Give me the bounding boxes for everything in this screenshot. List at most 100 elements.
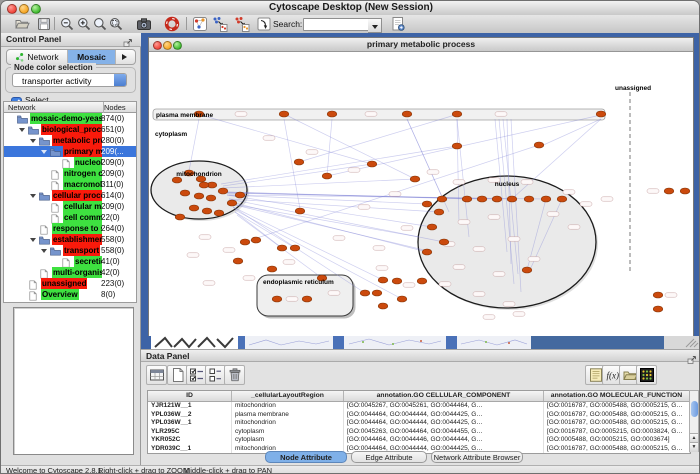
network-node[interactable] xyxy=(462,196,472,202)
expand-arrow-icon[interactable] xyxy=(19,128,25,135)
network-node[interactable] xyxy=(214,210,224,216)
network-node[interactable] xyxy=(477,196,487,202)
tree-row-establishment-of-lo[interactable]: establishment of lo558(0) xyxy=(4,234,136,245)
network-node[interactable] xyxy=(522,267,532,273)
unselect-attributes-icon[interactable] xyxy=(205,365,226,385)
network-node[interactable] xyxy=(233,258,243,264)
network-tree-header[interactable]: Network Nodes xyxy=(3,101,137,113)
tree-row-transport[interactable]: transport558(0) xyxy=(4,245,136,256)
network-node[interactable] xyxy=(180,190,190,196)
expand-arrow-icon[interactable] xyxy=(41,249,47,256)
tab-edge-attribute-browser[interactable]: Edge Attribute Browser xyxy=(351,451,427,463)
session-note-icon[interactable] xyxy=(389,16,407,32)
expand-arrow-icon[interactable] xyxy=(41,150,47,157)
network-node[interactable] xyxy=(534,142,544,148)
tree-row-cellular-metabo[interactable]: cellular metabo209(0) xyxy=(4,201,136,212)
layout-copy-red-icon[interactable] xyxy=(233,16,251,32)
network-node[interactable] xyxy=(218,188,228,194)
network-node[interactable] xyxy=(402,111,412,117)
network-node[interactable] xyxy=(267,266,277,272)
network-node[interactable] xyxy=(427,224,437,230)
network-node[interactable] xyxy=(360,290,370,296)
network-node[interactable] xyxy=(206,195,216,201)
app-titlebar[interactable]: Cytoscape Desktop (New Session) xyxy=(1,1,700,16)
scroll-down-icon[interactable]: ▼ xyxy=(690,442,698,452)
table-row[interactable]: YPL036W__2plasma membrane[GO:0044464, GO… xyxy=(148,411,690,420)
expand-arrow-icon[interactable] xyxy=(30,139,36,146)
network-canvas[interactable]: plasma membranecytoplasmmitochondrionnuc… xyxy=(149,52,693,336)
expand-arrow-icon[interactable] xyxy=(30,194,36,201)
tree-column-network[interactable]: Network xyxy=(4,102,104,113)
table-column-header[interactable]: ID xyxy=(148,391,232,401)
tree-row-macromolecule[interactable]: macromolecule311(0) xyxy=(4,179,136,190)
network-node[interactable] xyxy=(452,143,462,149)
delete-attribute-icon[interactable] xyxy=(224,365,245,385)
attribute-grid-icon[interactable] xyxy=(146,365,167,385)
network-node[interactable] xyxy=(272,296,282,302)
select-attributes-icon[interactable] xyxy=(186,365,207,385)
network-node[interactable] xyxy=(434,209,444,215)
tree-row-primary-metabo[interactable]: primary metabo209(... xyxy=(4,146,136,157)
vizmapper-icon[interactable] xyxy=(255,16,273,32)
network-node[interactable] xyxy=(194,193,204,199)
network-node[interactable] xyxy=(417,278,427,284)
table-row[interactable]: YLR295Ccytoplasm[GO:0045263, GO:0044464,… xyxy=(148,428,690,437)
network-node[interactable] xyxy=(653,292,663,298)
float-panel-icon[interactable] xyxy=(687,352,697,362)
network-node[interactable] xyxy=(322,173,332,179)
tree-row-secretion[interactable]: secretion41(0) xyxy=(4,256,136,267)
network-node[interactable] xyxy=(437,196,447,202)
network-node[interactable] xyxy=(277,245,287,251)
network-node[interactable] xyxy=(279,111,289,117)
tree-row-overview[interactable]: Overview8(0) xyxy=(4,289,136,300)
network-icon[interactable] xyxy=(191,16,209,32)
layout-copy-blue-icon[interactable] xyxy=(211,16,229,32)
network-node[interactable] xyxy=(664,188,674,194)
table-column-header[interactable]: annotation.GO CELLULAR_COMPONENT xyxy=(344,391,544,401)
tab-overflow-arrow-icon[interactable] xyxy=(116,50,135,64)
network-window-titlebar[interactable]: primary metabolic process xyxy=(149,38,693,52)
network-node[interactable] xyxy=(251,237,261,243)
tab-node-attribute-browser[interactable]: Node Attribute Browser xyxy=(265,451,347,463)
birds-eye-view[interactable] xyxy=(13,307,134,455)
table-column-header[interactable]: annotation.GO MOLECULAR_FUNCTION xyxy=(544,391,690,401)
network-node[interactable] xyxy=(422,201,432,207)
tree-row-biological-process[interactable]: biological_process651(0) xyxy=(4,124,136,135)
network-node[interactable] xyxy=(422,249,432,255)
network-node[interactable] xyxy=(653,306,663,312)
network-node[interactable] xyxy=(378,277,388,283)
search-input[interactable] xyxy=(303,18,371,31)
network-node[interactable] xyxy=(295,208,305,214)
table-row[interactable]: YJR121W__1mitochondrion[GO:0045267, GO:0… xyxy=(148,402,690,411)
network-node[interactable] xyxy=(596,111,606,117)
network-node[interactable] xyxy=(235,192,245,198)
tree-row-nitrogen-compo[interactable]: nitrogen compo209(0) xyxy=(4,168,136,179)
tree-row-cell-communicat[interactable]: cell communicat22(0) xyxy=(4,212,136,223)
network-node[interactable] xyxy=(302,296,312,302)
network-node[interactable] xyxy=(327,111,337,117)
network-node[interactable] xyxy=(557,196,567,202)
zoom-out-icon[interactable] xyxy=(58,16,76,32)
network-node[interactable] xyxy=(240,239,250,245)
expand-arrow-icon[interactable] xyxy=(30,238,36,245)
network-node[interactable] xyxy=(189,205,199,211)
node-color-dropdown[interactable]: transporter activity xyxy=(12,73,127,87)
open-icon[interactable] xyxy=(13,16,31,32)
attribute-matrix-icon[interactable] xyxy=(636,365,657,385)
tree-row-unassigned[interactable]: unassigned223(0) xyxy=(4,278,136,289)
network-node[interactable] xyxy=(290,245,300,251)
new-attribute-icon[interactable] xyxy=(167,365,188,385)
network-node[interactable] xyxy=(227,200,237,206)
network-node[interactable] xyxy=(202,208,212,214)
network-node[interactable] xyxy=(372,290,382,296)
tree-row-mosaic-demo-yeast[interactable]: mosaic-demo-yeast874(0) xyxy=(4,113,136,124)
network-node[interactable] xyxy=(392,278,402,284)
network-node[interactable] xyxy=(294,159,304,165)
tab-network-attribute-browser[interactable]: Network Attribute Browser xyxy=(431,451,523,463)
snapshot-icon[interactable] xyxy=(135,16,153,32)
tab-mosaic[interactable]: Mosaic xyxy=(68,50,116,64)
network-node[interactable] xyxy=(541,196,551,202)
tab-network[interactable]: Network xyxy=(7,50,68,64)
network-node[interactable] xyxy=(680,188,690,194)
tree-row-cellular-process[interactable]: cellular process614(0) xyxy=(4,190,136,201)
